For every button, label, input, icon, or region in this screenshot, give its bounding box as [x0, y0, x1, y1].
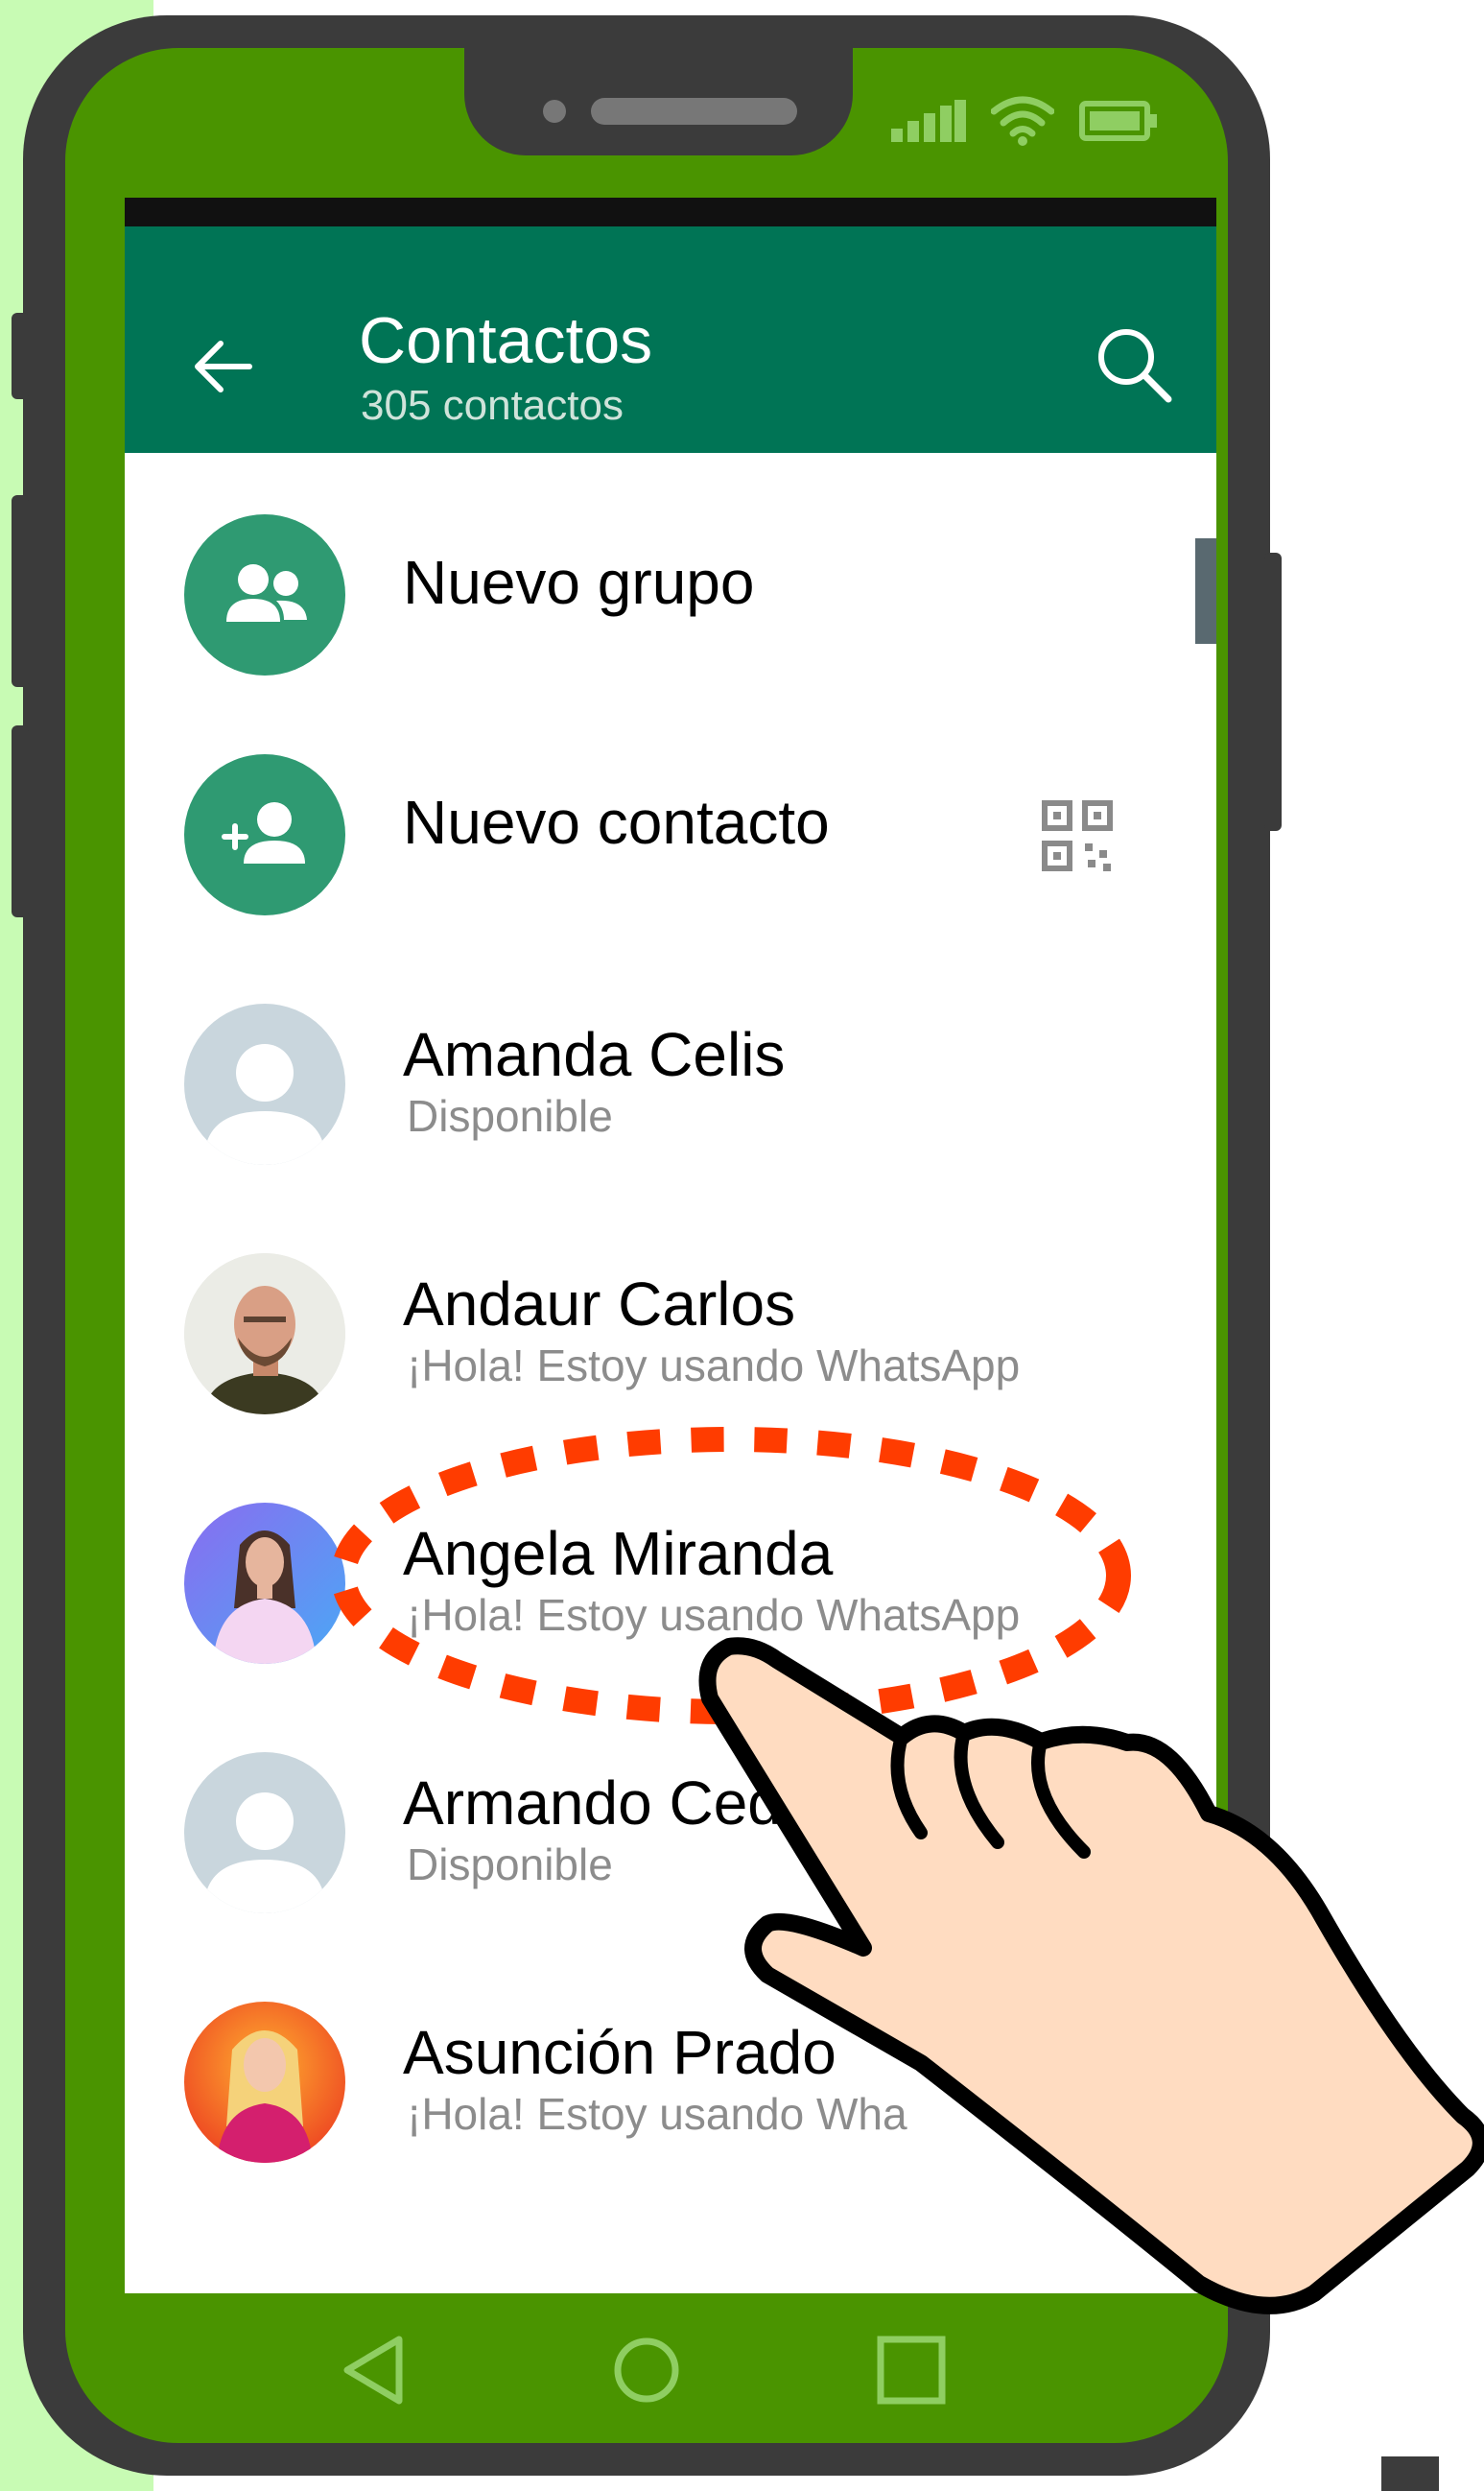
battery-icon [1079, 101, 1157, 141]
default-avatar-icon [184, 1752, 345, 1913]
navigation-bar [23, 2293, 1270, 2476]
signal-icon [891, 100, 966, 142]
circle-home-icon[interactable] [610, 2334, 683, 2407]
contact-status: Disponible [407, 1091, 613, 1141]
contact-name: Armando Ced [403, 1768, 782, 1838]
contact-status: Disponible [407, 1839, 613, 1889]
phone-side-button [12, 313, 29, 399]
contact-item[interactable]: Andaur Carlos ¡Hola! Estoy usando WhatsA… [125, 1234, 1216, 1435]
app-screen: Contactos 305 contactos Nuevo grupo Nuev… [125, 198, 1216, 2293]
contact-item[interactable]: Amanda Celis Disponible [125, 985, 1216, 1186]
contact-item-highlighted[interactable]: Angela Miranda ¡Hola! Estoy usando Whats… [125, 1483, 1216, 1685]
qr-code-icon[interactable] [1042, 800, 1113, 871]
phone-volume-up [12, 495, 29, 687]
woman-photo [184, 1503, 345, 1664]
arrow-left-icon[interactable] [188, 332, 257, 401]
new-contact-item[interactable]: Nuevo contacto [125, 735, 1216, 937]
contact-name: Angela Miranda [403, 1519, 834, 1588]
contact-item[interactable]: Armando Ced Disponible [125, 1733, 1216, 1934]
blonde-woman-photo [184, 2002, 345, 2163]
corner-decoration [1381, 2456, 1439, 2491]
add-person-icon [184, 754, 345, 915]
contact-count: 305 contactos [361, 382, 624, 429]
contact-name: Amanda Celis [403, 1020, 786, 1089]
status-bar-icons [891, 96, 1158, 146]
camera-icon [543, 100, 566, 123]
contact-name: Asunción Prado [403, 2018, 836, 2087]
contact-item[interactable]: Asunción Prado ¡Hola! Estoy usando Wha [125, 1982, 1216, 2184]
phone-frame: Contactos 305 contactos Nuevo grupo Nuev… [12, 15, 1282, 2476]
new-group-item[interactable]: Nuevo grupo [125, 495, 1216, 697]
new-group-label: Nuevo grupo [403, 548, 755, 617]
triangle-back-icon[interactable] [340, 2334, 407, 2407]
contact-status: ¡Hola! Estoy usando WhatsApp [407, 1340, 1021, 1390]
camera-notch [464, 42, 853, 155]
phone-power-button [1264, 553, 1282, 831]
default-avatar-icon [184, 1004, 345, 1165]
speaker-grille [591, 98, 797, 125]
search-icon[interactable] [1092, 322, 1176, 407]
contact-status: ¡Hola! Estoy usando Wha [407, 2089, 907, 2139]
phone-volume-down [12, 725, 29, 917]
page-title: Contactos [359, 304, 653, 377]
new-contact-label: Nuevo contacto [403, 788, 830, 857]
square-recents-icon[interactable] [875, 2334, 948, 2407]
wifi-icon [991, 96, 1054, 146]
contact-status: ¡Hola! Estoy usando WhatsApp [407, 1590, 1021, 1640]
group-icon [184, 514, 345, 676]
status-strip [125, 198, 1216, 226]
app-bar: Contactos 305 contactos [125, 226, 1216, 453]
bald-man-photo [184, 1253, 345, 1414]
contact-name: Andaur Carlos [403, 1269, 796, 1339]
